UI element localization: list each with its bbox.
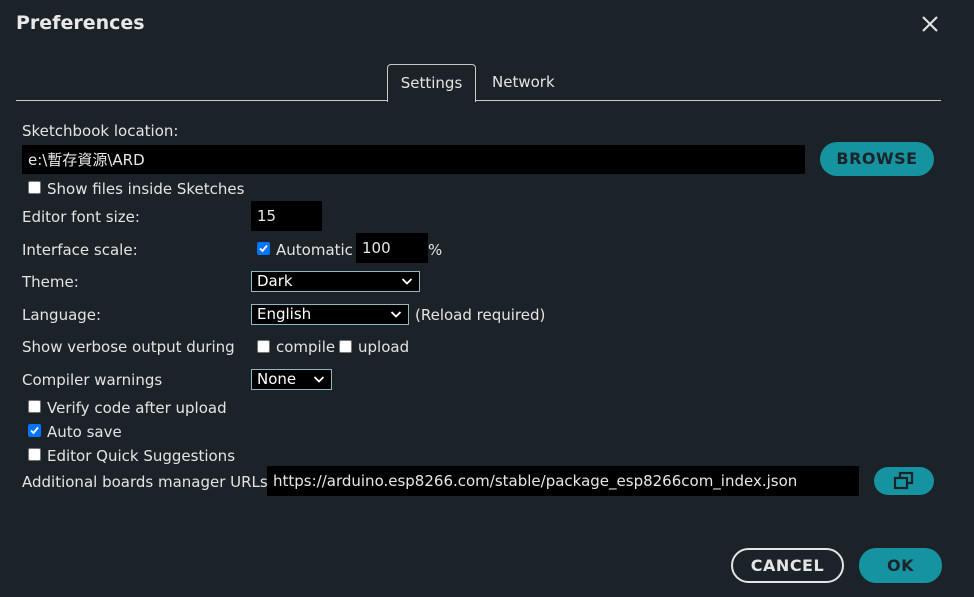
tabs-divider (16, 100, 941, 101)
browse-button[interactable]: BROWSE (820, 142, 934, 176)
reload-required-note: (Reload required) (415, 306, 546, 324)
show-files-checkbox[interactable] (28, 181, 41, 194)
auto-save-label: Auto save (47, 423, 122, 441)
checkmark-icon (259, 244, 268, 253)
tab-network[interactable]: Network (492, 64, 555, 101)
chevron-down-icon (390, 311, 402, 318)
theme-select[interactable]: Dark (251, 271, 420, 292)
compiler-warnings-value: None (257, 370, 297, 388)
verify-after-upload-checkbox[interactable] (28, 400, 41, 413)
open-in-window-icon (893, 471, 914, 490)
cancel-button[interactable]: CANCEL (731, 548, 844, 583)
automatic-scale-checkbox[interactable] (257, 242, 270, 255)
close-button[interactable] (918, 12, 942, 36)
open-urls-window-button[interactable] (874, 467, 934, 495)
quick-suggestions-checkbox[interactable] (28, 448, 41, 461)
chevron-down-icon (313, 376, 325, 383)
sketchbook-location-input[interactable] (22, 145, 805, 174)
ok-button[interactable]: OK (859, 548, 942, 583)
verbose-compile-checkbox[interactable] (257, 340, 270, 353)
sketchbook-location-label: Sketchbook location: (22, 122, 179, 140)
verbose-output-label: Show verbose output during (22, 338, 235, 356)
language-select[interactable]: English (251, 304, 409, 325)
scale-unit-label: % (428, 241, 443, 259)
checkmark-icon (30, 426, 39, 435)
editor-font-size-input[interactable] (251, 201, 322, 231)
quick-suggestions-label: Editor Quick Suggestions (47, 447, 236, 465)
theme-label: Theme: (22, 273, 79, 291)
chevron-down-icon (401, 278, 413, 285)
verbose-compile-label: compile (276, 338, 336, 356)
automatic-scale-label: Automatic (276, 241, 353, 259)
boards-manager-urls-label: Additional boards manager URLs: (22, 473, 273, 491)
tab-settings[interactable]: Settings (387, 64, 476, 102)
close-icon (922, 16, 938, 32)
boards-manager-urls-input[interactable] (267, 466, 859, 496)
editor-font-size-label: Editor font size: (22, 208, 140, 226)
interface-scale-input[interactable] (356, 233, 428, 263)
auto-save-checkbox[interactable] (28, 424, 41, 437)
theme-select-value: Dark (257, 272, 293, 290)
interface-scale-label: Interface scale: (22, 241, 138, 259)
compiler-warnings-label: Compiler warnings (22, 371, 163, 389)
language-label: Language: (22, 306, 102, 324)
dialog-title: Preferences (16, 12, 145, 34)
verbose-upload-checkbox[interactable] (339, 340, 352, 353)
verbose-upload-label: upload (358, 338, 410, 356)
show-files-label: Show files inside Sketches (47, 180, 245, 198)
language-select-value: English (257, 305, 312, 323)
verify-after-upload-label: Verify code after upload (47, 399, 227, 417)
preferences-dialog: Preferences Settings Network Sketchbook … (0, 0, 974, 597)
compiler-warnings-select[interactable]: None (251, 369, 332, 390)
